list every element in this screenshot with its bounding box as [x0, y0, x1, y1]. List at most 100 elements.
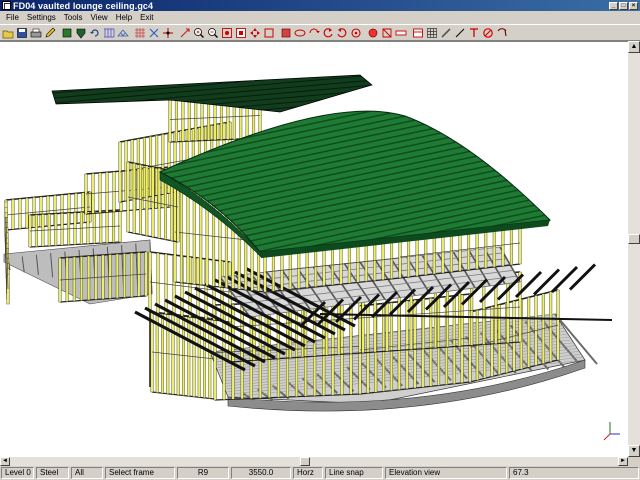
menu-settings[interactable]: Settings	[23, 13, 60, 22]
minimize-button[interactable]: _	[609, 1, 618, 10]
status-mode[interactable]: Select frame	[105, 467, 175, 479]
scroll-up-arrow[interactable]: ▲	[628, 41, 640, 53]
view-front-icon	[294, 29, 305, 36]
3d-viewport[interactable]	[0, 41, 628, 457]
zoom-window-icon	[221, 27, 232, 38]
zoom-extents-icon	[235, 27, 246, 38]
menu-help[interactable]: Help	[112, 13, 136, 22]
menu-file[interactable]: File	[2, 13, 23, 22]
floor-grid-icon	[134, 27, 145, 38]
scrollbar-corner	[628, 457, 640, 466]
menu-tools[interactable]: Tools	[60, 13, 87, 22]
pan-button[interactable]	[248, 26, 261, 39]
wall-frame-button[interactable]	[102, 26, 115, 39]
undo-button[interactable]	[88, 26, 101, 39]
status-filter[interactable]: All	[71, 467, 103, 479]
window-title: FD04 vaulted lounge ceiling.gc4	[13, 0, 154, 11]
frame-box-icon	[382, 28, 391, 37]
menu-view[interactable]: View	[86, 13, 111, 22]
title-bar[interactable]: FD04 vaulted lounge ceiling.gc4 _ □ ×	[0, 0, 640, 11]
scroll-right-arrow[interactable]: ►	[618, 457, 628, 466]
building-frame-model[interactable]	[0, 42, 628, 457]
paint-button[interactable]	[147, 26, 160, 39]
redraw-icon	[368, 28, 377, 37]
delete-icon	[482, 27, 493, 38]
rotate-left-icon	[323, 27, 333, 37]
delete-button[interactable]	[481, 26, 494, 39]
select-box-button[interactable]	[262, 26, 275, 39]
zoom-in-button[interactable]	[192, 26, 205, 39]
app-icon[interactable]	[2, 1, 11, 10]
status-orientation[interactable]: Horz	[293, 467, 323, 479]
bracing-button[interactable]	[439, 26, 452, 39]
axis-indicator	[603, 422, 620, 441]
status-code: R9	[177, 467, 229, 479]
text-button[interactable]	[467, 26, 480, 39]
status-material[interactable]: Steel	[36, 467, 69, 479]
horizontal-scrollbar[interactable]: ◄ ►	[0, 457, 628, 466]
zoom-in-icon	[193, 27, 204, 38]
rotate-right-button[interactable]	[335, 26, 348, 39]
vertical-scroll-thumb[interactable]	[628, 234, 640, 244]
layers-icon	[62, 28, 71, 37]
status-snap[interactable]: Line snap	[325, 467, 383, 479]
zoom-window-button[interactable]	[220, 26, 233, 39]
view-side-button[interactable]	[307, 26, 320, 39]
close-button[interactable]: ×	[629, 1, 638, 10]
move-button[interactable]	[161, 26, 174, 39]
pan-icon	[249, 27, 260, 38]
zoom-extents-button[interactable]	[234, 26, 247, 39]
maximize-button[interactable]: □	[619, 1, 628, 10]
orbit-button[interactable]	[349, 26, 362, 39]
zoom-out-button[interactable]	[206, 26, 219, 39]
settings-wrench-icon	[497, 27, 507, 36]
left-wing-floor	[3, 239, 153, 305]
line-button[interactable]	[453, 26, 466, 39]
save-icon	[16, 27, 27, 38]
floor-grid-button[interactable]	[133, 26, 146, 39]
view-side-icon	[309, 28, 320, 33]
menu-bar: File Settings Tools View Help Exit	[0, 11, 640, 24]
layers-button[interactable]	[60, 26, 73, 39]
save-button[interactable]	[15, 26, 28, 39]
toolbar	[0, 24, 640, 41]
settings-wrench-button[interactable]	[495, 26, 508, 39]
pencil-button[interactable]	[43, 26, 56, 39]
status-angle: 67.3	[509, 467, 639, 479]
select-box-icon	[264, 28, 273, 37]
print-button[interactable]	[29, 26, 42, 39]
scroll-down-arrow[interactable]: ▼	[628, 445, 640, 457]
orbit-icon	[350, 27, 361, 38]
pencil-icon	[45, 27, 55, 37]
line-icon	[455, 28, 464, 37]
horizontal-scroll-thumb[interactable]	[300, 457, 310, 466]
menu-exit[interactable]: Exit	[136, 13, 157, 22]
application-window: FD04 vaulted lounge ceiling.gc4 _ □ × Fi…	[0, 0, 640, 480]
bracing-icon	[440, 27, 451, 38]
wall-frame-icon	[103, 28, 114, 37]
shield-button[interactable]	[74, 26, 87, 39]
rotate-left-button[interactable]	[321, 26, 334, 39]
select-all-icon	[281, 28, 290, 37]
status-level[interactable]: Level 0	[1, 467, 34, 479]
panel-button[interactable]	[411, 26, 424, 39]
vertical-scrollbar[interactable]: ▲ ▼	[628, 41, 640, 457]
rotate-right-icon	[336, 27, 346, 37]
grid-button[interactable]	[425, 26, 438, 39]
measure-button[interactable]	[394, 26, 407, 39]
paint-icon	[149, 28, 158, 37]
open-folder-icon	[2, 30, 13, 38]
scroll-left-arrow[interactable]: ◄	[0, 457, 10, 466]
text-icon	[469, 27, 478, 37]
open-folder-button[interactable]	[1, 26, 14, 39]
redraw-button[interactable]	[366, 26, 379, 39]
select-all-button[interactable]	[279, 26, 292, 39]
truss-button[interactable]	[116, 26, 129, 39]
window-controls: _ □ ×	[609, 1, 638, 10]
view-front-button[interactable]	[293, 26, 306, 39]
undo-icon	[89, 28, 99, 37]
frame-box-button[interactable]	[380, 26, 393, 39]
stretch-button[interactable]	[178, 26, 191, 39]
status-view[interactable]: Elevation view	[385, 467, 507, 479]
move-icon	[162, 27, 173, 38]
